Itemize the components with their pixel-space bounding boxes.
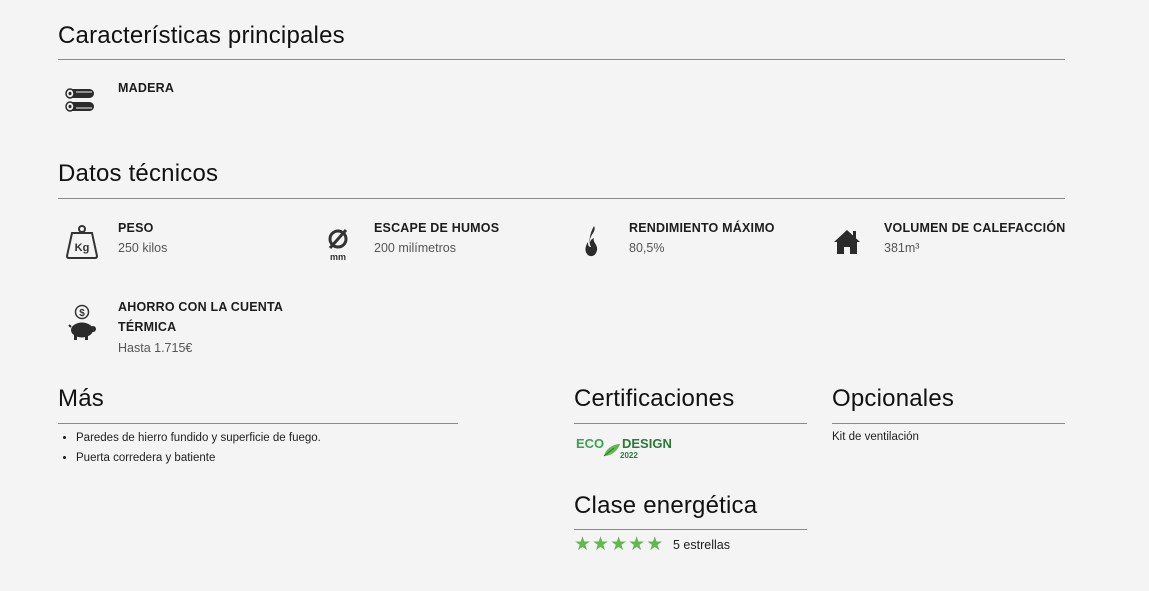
section-title-certifications: Certificaciones bbox=[574, 385, 735, 412]
star-rating: ★ ★ ★ ★ ★ bbox=[574, 535, 663, 555]
tech-label: PESO bbox=[118, 221, 154, 235]
tech-item-heating-volume: VOLUMEN DE CALEFACCIÓN 381m³ bbox=[824, 220, 1084, 264]
tech-item-efficiency: RENDIMIENTO MÁXIMO 80,5% bbox=[569, 220, 809, 264]
section-title-main-features: Características principales bbox=[58, 22, 345, 49]
divider bbox=[58, 59, 1065, 60]
optionals-text: Kit de ventilación bbox=[832, 431, 919, 443]
star-icon: ★ bbox=[610, 534, 628, 555]
logo-year: 2022 bbox=[620, 451, 638, 460]
svg-text:Kg: Kg bbox=[75, 242, 90, 254]
tech-label: VOLUMEN DE CALEFACCIÓN bbox=[884, 221, 1066, 235]
section-title-more: Más bbox=[58, 385, 104, 412]
piggy-bank-icon: $ bbox=[58, 300, 102, 344]
svg-text:$: $ bbox=[79, 308, 85, 319]
divider bbox=[574, 529, 807, 530]
divider bbox=[58, 198, 1065, 199]
tech-label: TÉRMICA bbox=[118, 320, 177, 334]
ecodesign-logo: ECO DESIGN 2022 bbox=[574, 430, 674, 462]
tech-value: 80,5% bbox=[629, 241, 665, 255]
section-title-tech-data: Datos técnicos bbox=[58, 160, 219, 187]
diameter-mm-icon: mm bbox=[314, 220, 358, 264]
tech-label: RENDIMIENTO MÁXIMO bbox=[629, 221, 775, 235]
list-item: Paredes de hierro fundido y superficie d… bbox=[76, 428, 321, 448]
tech-value: 250 kilos bbox=[118, 241, 168, 255]
tech-item-weight: Kg PESO 250 kilos bbox=[58, 220, 298, 264]
more-list: Paredes de hierro fundido y superficie d… bbox=[58, 428, 321, 468]
tech-item-flue: mm ESCAPE DE HUMOS 200 milímetros bbox=[314, 220, 554, 264]
star-icon: ★ bbox=[592, 534, 610, 555]
tech-label: AHORRO CON LA CUENTA bbox=[118, 300, 284, 314]
star-icon: ★ bbox=[628, 534, 646, 555]
svg-text:mm: mm bbox=[330, 252, 346, 262]
tech-value: Hasta 1.715€ bbox=[118, 341, 193, 355]
star-icon: ★ bbox=[574, 534, 592, 555]
logo-word-design: DESIGN bbox=[622, 436, 672, 451]
section-title-energy-class: Clase energética bbox=[574, 492, 758, 519]
star-icon: ★ bbox=[646, 534, 664, 555]
house-icon bbox=[824, 220, 868, 264]
energy-class-text: 5 estrellas bbox=[673, 538, 730, 552]
divider bbox=[832, 423, 1065, 424]
section-title-optionals: Opcionales bbox=[832, 385, 955, 412]
weight-kg-icon: Kg bbox=[58, 220, 102, 264]
tech-label: ESCAPE DE HUMOS bbox=[374, 221, 500, 235]
list-item: Puerta corredera y batiente bbox=[76, 448, 321, 468]
feature-item-wood: MADERA bbox=[58, 80, 358, 124]
tech-value: 381m³ bbox=[884, 241, 920, 255]
logo-word-eco: ECO bbox=[576, 436, 604, 451]
tech-value: 200 milímetros bbox=[374, 241, 456, 255]
divider bbox=[574, 423, 807, 424]
logs-icon bbox=[58, 80, 102, 124]
tech-item-savings: $ AHORRO CON LA CUENTA TÉRMICA Hasta 1.7… bbox=[58, 300, 318, 360]
feature-label: MADERA bbox=[118, 81, 175, 95]
flame-icon bbox=[569, 220, 613, 264]
divider bbox=[58, 423, 458, 424]
